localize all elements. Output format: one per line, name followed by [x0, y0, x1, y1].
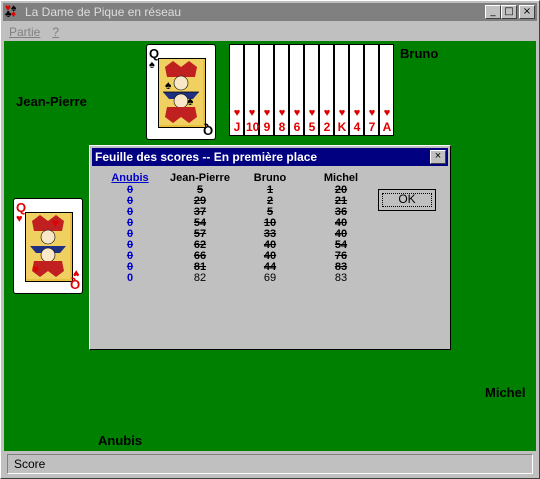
close-window-button[interactable]: ×	[519, 5, 535, 19]
hearts-app-icon: ♥ ♠ ♣ ♦	[5, 3, 17, 20]
score-cell: 82	[193, 272, 207, 284]
card-rank-inverted: Q	[202, 123, 213, 138]
hand-card[interactable]: ♥ K	[334, 44, 349, 136]
score-cell: 0	[126, 272, 134, 284]
card-rank-inverted: Q	[69, 277, 80, 292]
queen-of-hearts-card[interactable]: Q ♥ ♥ ♥ Q ♥	[13, 198, 83, 294]
score-cell: 83	[334, 272, 348, 284]
card-suit: ♥	[383, 107, 391, 119]
menu-bar: Partie ?	[3, 23, 537, 41]
status-text: Score	[14, 457, 46, 471]
card-rank: 7	[368, 120, 376, 134]
card-rank: 6	[293, 120, 301, 134]
card-rank: K	[337, 120, 347, 134]
title-bar[interactable]: ♥ ♠ ♣ ♦ La Dame de Pique en réseau _ □ ×	[3, 3, 537, 21]
hand-card[interactable]: ♥ 7	[364, 44, 379, 136]
player-name-north: Bruno	[400, 46, 439, 61]
hand-card[interactable]: ♥ 6	[289, 44, 304, 136]
dialog-close-button[interactable]: ×	[430, 150, 446, 164]
hand-card[interactable]: ♥ 9	[259, 44, 274, 136]
card-rank: 2	[323, 120, 331, 134]
hand-card[interactable]: ♥ 10	[244, 44, 259, 136]
hand-card[interactable]: ♥ J	[229, 44, 244, 136]
queen-face-illustration: ♠ ♠	[158, 58, 206, 128]
score-cell: 69	[263, 272, 277, 284]
app-window: ♥ ♠ ♣ ♦ La Dame de Pique en réseau _ □ ×…	[0, 0, 540, 479]
card-rank: 4	[353, 120, 361, 134]
svg-text:♠: ♠	[165, 78, 172, 92]
hand-card[interactable]: ♥ A	[379, 44, 394, 136]
window-title: La Dame de Pique en réseau	[25, 5, 182, 19]
score-column-michel: Michel 20 21 36 40 40 54 76 83 83	[306, 172, 376, 284]
hand-card[interactable]: ♥ 4	[349, 44, 364, 136]
north-hand: ♥ A ♥ 7 ♥ 4 ♥ K ♥ 2 ♥ 5 ♥ 6 ♥ 8 ♥ 9 ♥ 10 ♥ J Q ♠	[146, 44, 398, 140]
queen-of-spades-card[interactable]: Q ♠ ♠ ♠ Q	[146, 44, 216, 140]
card-rank: A	[382, 120, 392, 134]
player-name-south: Anubis	[98, 433, 143, 448]
dialog-title: Feuille des scores -- En première place	[95, 150, 318, 164]
player-name-east: Michel	[485, 385, 526, 400]
hand-card[interactable]: ♥ 5	[304, 44, 319, 136]
card-suit: ♥	[293, 107, 301, 119]
menu-help[interactable]: ?	[46, 25, 65, 39]
score-column-anubis: Anubis 0 0 0 0 0 0 0 0 0	[100, 172, 160, 284]
score-sheet-dialog: Feuille des scores -- En première place …	[89, 145, 451, 350]
card-rank: 5	[308, 120, 316, 134]
minimize-button[interactable]: _	[485, 5, 501, 19]
card-rank: 8	[278, 120, 286, 134]
card-rank: J	[233, 120, 241, 134]
ok-button[interactable]: OK	[378, 189, 436, 211]
card-suit: ♥	[368, 107, 376, 119]
queen-face-illustration: ♥ ♥	[25, 212, 73, 282]
svg-text:♠: ♠	[187, 94, 194, 108]
card-suit-inverted: ♥	[73, 267, 80, 279]
card-suit: ♥	[263, 107, 271, 119]
maximize-button[interactable]: □	[501, 5, 517, 19]
svg-text:♥: ♥	[32, 262, 39, 276]
menu-partie[interactable]: Partie	[3, 25, 46, 39]
status-bar: Score	[7, 454, 533, 474]
card-suit: ♠	[149, 59, 155, 71]
score-column-bruno: Bruno 1 2 5 10 33 40 40 44 69	[240, 172, 300, 284]
dialog-title-bar[interactable]: Feuille des scores -- En première place …	[92, 148, 448, 166]
card-suit: ♥	[308, 107, 316, 119]
card-suit: ♥	[16, 213, 23, 225]
card-rank: 10	[246, 120, 260, 134]
card-suit: ♥	[323, 107, 331, 119]
card-suit: ♥	[248, 107, 256, 119]
card-suit: ♥	[278, 107, 286, 119]
card-suit: ♥	[338, 107, 346, 119]
card-rank: 9	[263, 120, 271, 134]
score-column-jean-pierre: Jean-Pierre 5 29 37 54 57 62 66 81 82	[160, 172, 240, 284]
player-name-west: Jean-Pierre	[16, 94, 87, 109]
hand-card[interactable]: ♥ 8	[274, 44, 289, 136]
svg-text:♥: ♥	[52, 216, 59, 230]
card-suit: ♥	[233, 107, 241, 119]
card-suit: ♥	[353, 107, 361, 119]
hand-card[interactable]: ♥ 2	[319, 44, 334, 136]
